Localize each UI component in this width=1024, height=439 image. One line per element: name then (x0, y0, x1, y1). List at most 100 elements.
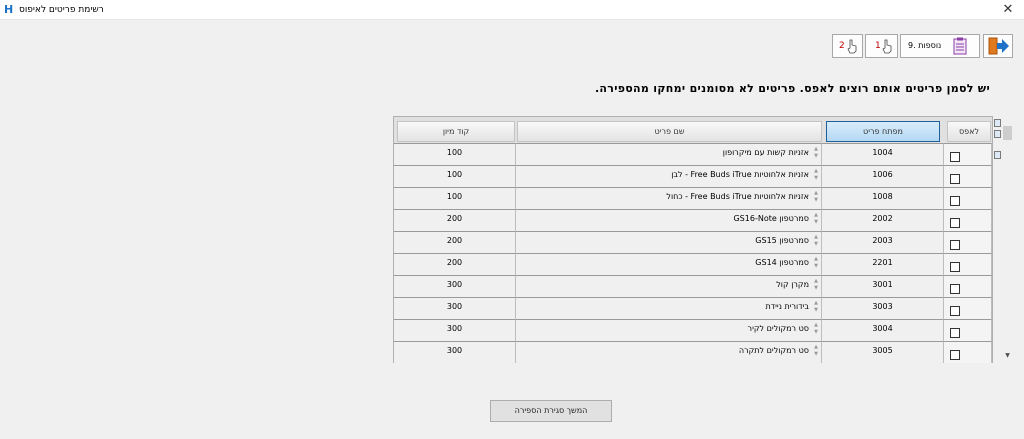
table-row[interactable]: 100 ▲ ▼ אזניות קשות עם מיקרופון 1004 (394, 143, 992, 165)
sort-code-cell: 300 (394, 297, 516, 319)
item-name-cell: ▲ ▼ סט רמקולים לקיר (516, 319, 822, 341)
reset-cell (944, 319, 992, 341)
reset-checkbox[interactable] (950, 196, 960, 206)
item-name-text: מקרן קול (776, 280, 809, 289)
cell-spinner-icon[interactable]: ▲ ▼ (812, 322, 820, 336)
exit-button[interactable] (983, 34, 1013, 58)
item-name-cell: ▲ ▼ סט רמקולים לתקרה (516, 341, 822, 363)
view-two-label: 2 (839, 41, 845, 51)
item-name-cell: ▲ ▼ מקרן קול (516, 275, 822, 297)
cell-spinner-icon[interactable]: ▲ ▼ (812, 344, 820, 358)
cell-spinner-icon[interactable]: ▲ ▼ (812, 146, 820, 160)
cell-spinner-icon[interactable]: ▲ ▼ (812, 278, 820, 292)
reset-checkbox[interactable] (950, 152, 960, 162)
app-icon: H (4, 3, 14, 16)
item-name-cell: ▲ ▼ אזניות קשות עם מיקרופון (516, 143, 822, 165)
table-row[interactable]: 200 ▲ ▼ סמרטפון GS15 2003 (394, 231, 992, 253)
reset-checkbox[interactable] (950, 306, 960, 316)
reset-cell (944, 209, 992, 231)
item-name-cell: ▲ ▼ סמרטפון GS16-Note (516, 209, 822, 231)
continue-closing-count-button[interactable]: המשך סגירת הספירה (490, 400, 612, 422)
item-key-cell: 1006 (822, 165, 944, 187)
item-key-cell: 2003 (822, 231, 944, 253)
sort-code-cell: 300 (394, 275, 516, 297)
sort-code-cell: 200 (394, 253, 516, 275)
sort-code-cell: 100 (394, 165, 516, 187)
item-key-cell: 3004 (822, 319, 944, 341)
sort-code-cell: 200 (394, 231, 516, 253)
item-name-cell: ▲ ▼ אזניות אלחוטיות Free Buds iTrue - לבן (516, 165, 822, 187)
extras-label: 9. נוספות (908, 41, 942, 50)
table-row[interactable]: 100 ▲ ▼ אזניות אלחוטיות Free Buds iTrue - כ… (394, 187, 992, 209)
item-name-text: סט רמקולים לתקרה (738, 346, 809, 355)
scrollbar-thumb[interactable] (1003, 126, 1012, 140)
reset-cell (944, 143, 992, 165)
instruction-text: יש לסמן פריטים אותם רוצים לאפס. פריטים ל… (594, 82, 990, 95)
cell-spinner-icon[interactable]: ▲ ▼ (812, 212, 820, 226)
item-name-cell: ▲ ▼ סמרטפון GS15 (516, 231, 822, 253)
cell-spinner-icon[interactable]: ▲ ▼ (812, 300, 820, 314)
item-name-text: אזניות קשות עם מיקרופון (722, 148, 809, 157)
column-header-item-name[interactable]: שם פריט (517, 121, 822, 142)
reset-cell (944, 341, 992, 363)
sort-code-cell: 300 (394, 319, 516, 341)
item-key-cell: 1004 (822, 143, 944, 165)
table-row[interactable]: 300 ▲ ▼ בידורית ניידת 3003 (394, 297, 992, 319)
sort-code-cell: 100 (394, 187, 516, 209)
view-one-button[interactable]: 1 (865, 34, 898, 58)
close-button[interactable]: ✕ (1000, 2, 1016, 18)
item-name-text: אזניות אלחוטיות Free Buds iTrue - כחול (666, 192, 809, 201)
reset-cell (944, 275, 992, 297)
reset-checkbox[interactable] (950, 218, 960, 228)
hand-pointer-icon (882, 39, 892, 54)
table-row[interactable]: 100 ▲ ▼ אזניות אלחוטיות Free Buds iTrue - ל… (394, 165, 992, 187)
items-grid: לאפס מפתח פריט שם פריט קוד מיון 100 ▲ ▼ אזנ… (393, 116, 993, 363)
reset-cell (944, 165, 992, 187)
item-key-cell: 3001 (822, 275, 944, 297)
column-header-sort-code[interactable]: קוד מיון (397, 121, 515, 142)
cell-spinner-icon[interactable]: ▲ ▼ (812, 190, 820, 204)
item-name-text: סמרטפון GS16-Note (733, 214, 809, 223)
window-title: רשימת פריטים לאיפוס (19, 5, 104, 15)
extras-button[interactable]: 9. נוספות (900, 34, 980, 58)
view-two-button[interactable]: 2 (832, 34, 863, 58)
exit-icon (988, 37, 1009, 55)
reset-cell (944, 253, 992, 275)
reset-checkbox[interactable] (950, 284, 960, 294)
table-row[interactable]: 200 ▲ ▼ סמרטפון GS14 2201 (394, 253, 992, 275)
item-key-cell: 2002 (822, 209, 944, 231)
scroll-down-icon[interactable]: ▼ (1003, 352, 1012, 360)
vertical-scrollbar[interactable]: ▼ (1002, 116, 1013, 363)
reset-checkbox[interactable] (950, 240, 960, 250)
cell-spinner-icon[interactable]: ▲ ▼ (812, 256, 820, 270)
item-name-text: אזניות אלחוטיות Free Buds iTrue - לבן (671, 170, 809, 179)
item-name-text: סמרטפון GS15 (755, 236, 809, 245)
column-header-item-key[interactable]: מפתח פריט (826, 121, 940, 142)
table-row[interactable]: 300 ▲ ▼ סט רמקולים לקיר 3004 (394, 319, 992, 341)
reset-checkbox[interactable] (950, 174, 960, 184)
sort-code-cell: 100 (394, 143, 516, 165)
reset-checkbox[interactable] (950, 350, 960, 360)
item-key-cell: 2201 (822, 253, 944, 275)
column-header-reset[interactable]: לאפס (947, 121, 991, 142)
cell-spinner-icon[interactable]: ▲ ▼ (812, 234, 820, 248)
sort-code-cell: 300 (394, 341, 516, 363)
reset-checkbox[interactable] (950, 328, 960, 338)
reset-checkbox[interactable] (950, 262, 960, 272)
cell-spinner-icon[interactable]: ▲ ▼ (812, 168, 820, 182)
select-all-icon[interactable] (994, 119, 1001, 127)
reset-cell (944, 187, 992, 209)
reset-cell (944, 297, 992, 319)
filter-icon[interactable] (994, 151, 1001, 159)
item-key-cell: 3003 (822, 297, 944, 319)
table-row[interactable]: 300 ▲ ▼ סט רמקולים לתקרה 3005 (394, 341, 992, 363)
reset-cell (944, 231, 992, 253)
item-name-text: סמרטפון GS14 (755, 258, 809, 267)
item-key-cell: 1008 (822, 187, 944, 209)
item-name-cell: ▲ ▼ בידורית ניידת (516, 297, 822, 319)
sort-code-cell: 200 (394, 209, 516, 231)
table-row[interactable]: 200 ▲ ▼ סמרטפון GS16-Note 2002 (394, 209, 992, 231)
item-name-cell: ▲ ▼ סמרטפון GS14 (516, 253, 822, 275)
table-row[interactable]: 300 ▲ ▼ מקרן קול 3001 (394, 275, 992, 297)
clear-all-icon[interactable] (994, 130, 1001, 138)
